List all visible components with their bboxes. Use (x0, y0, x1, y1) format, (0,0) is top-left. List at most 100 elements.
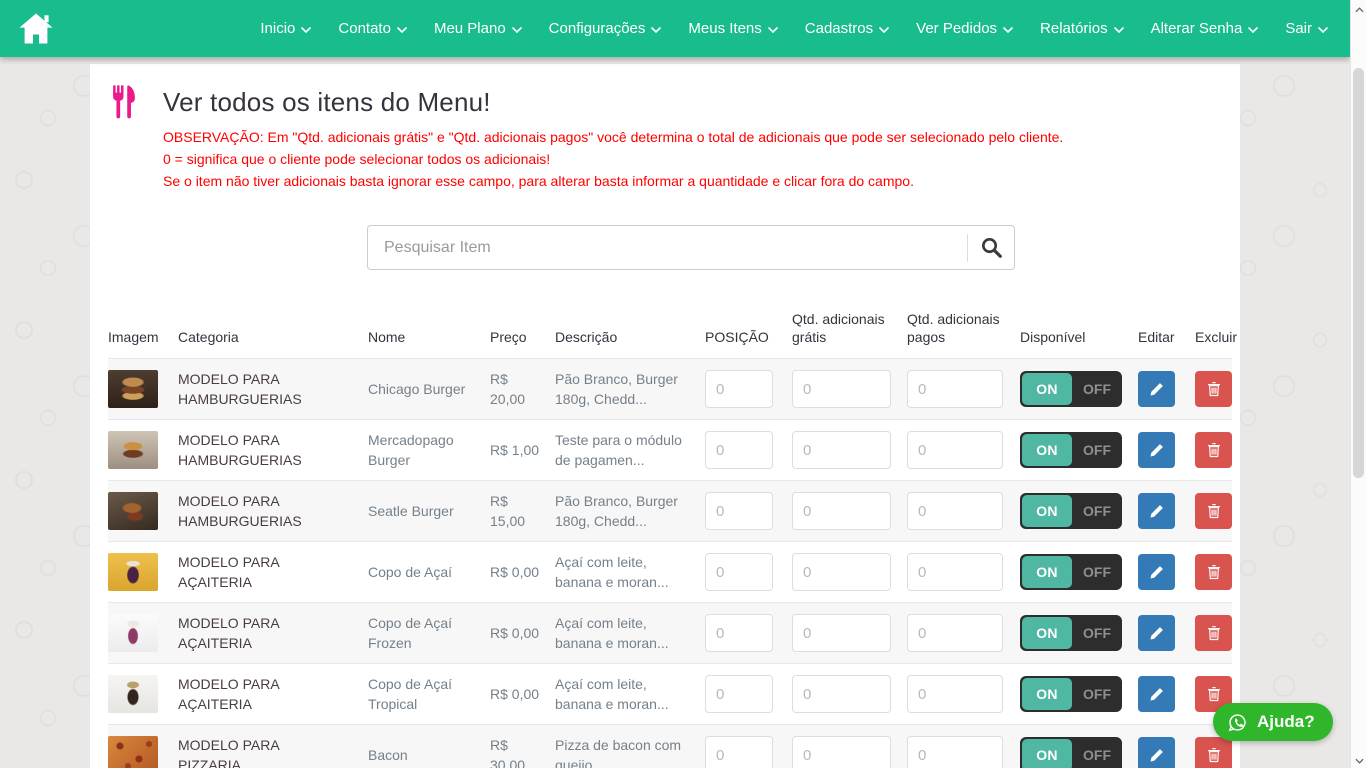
nav-item-label: Cadastros (805, 20, 873, 37)
position-input[interactable] (705, 553, 773, 591)
position-input[interactable] (705, 370, 773, 408)
qty-free-input[interactable] (792, 614, 891, 652)
position-input[interactable] (705, 614, 773, 652)
delete-button[interactable] (1195, 554, 1232, 590)
qty-paid-input[interactable] (907, 370, 1003, 408)
availability-toggle[interactable]: ON OFF (1020, 554, 1122, 590)
qty-free-input[interactable] (792, 736, 891, 768)
availability-toggle[interactable]: ON OFF (1020, 432, 1122, 468)
search-input[interactable] (368, 226, 967, 269)
page-title: Ver todos os itens do Menu! (163, 87, 491, 118)
nav-item-configuracoes[interactable]: Configurações (549, 20, 662, 37)
position-input[interactable] (705, 492, 773, 530)
toggle-off-label: OFF (1072, 503, 1122, 519)
item-image (108, 431, 158, 469)
item-image (108, 553, 158, 591)
qty-free-input[interactable] (792, 370, 891, 408)
scrollbar-up-arrow[interactable] (1354, 5, 1364, 15)
nav-item-label: Meus Itens (688, 20, 761, 37)
toggle-on-label: ON (1022, 434, 1072, 466)
edit-button[interactable] (1138, 737, 1175, 768)
edit-button[interactable] (1138, 432, 1175, 468)
table-row: MODELO PARA AÇAITERIA Copo de Açaí Tropi… (108, 663, 1232, 724)
chevron-down-icon (397, 27, 407, 33)
item-name: Copo de Açaí Frozen (368, 613, 490, 653)
nav-item-relatorios[interactable]: Relatórios (1040, 20, 1124, 37)
nav-item-sair[interactable]: Sair (1285, 20, 1328, 37)
item-category: MODELO PARA AÇAITERIA (178, 613, 368, 653)
toggle-off-label: OFF (1072, 442, 1122, 458)
nav-item-ver-pedidos[interactable]: Ver Pedidos (916, 20, 1013, 37)
qty-free-input[interactable] (792, 553, 891, 591)
nav-item-inicio[interactable]: Inicio (260, 20, 311, 37)
chevron-down-icon (651, 27, 661, 33)
qty-paid-input[interactable] (907, 614, 1003, 652)
header-categoria: Categoria (178, 328, 368, 346)
edit-button[interactable] (1138, 371, 1175, 407)
nav-item-meu-plano[interactable]: Meu Plano (434, 20, 522, 37)
home-button[interactable] (18, 12, 54, 45)
delete-button[interactable] (1195, 493, 1232, 529)
edit-button[interactable] (1138, 554, 1175, 590)
delete-button[interactable] (1195, 432, 1232, 468)
availability-toggle[interactable]: ON OFF (1020, 371, 1122, 407)
nav-item-contato[interactable]: Contato (338, 20, 407, 37)
qty-paid-input[interactable] (907, 492, 1003, 530)
observation-notes: OBSERVAÇÃO: Em "Qtd. adicionais grátis" … (163, 126, 1232, 192)
header-imagem: Imagem (108, 328, 178, 346)
scrollbar-down-arrow[interactable] (1354, 756, 1364, 766)
nav-item-label: Inicio (260, 20, 295, 37)
qty-free-input[interactable] (792, 675, 891, 713)
nav-item-meus-itens[interactable]: Meus Itens (688, 20, 777, 37)
delete-button[interactable] (1195, 737, 1232, 768)
position-input[interactable] (705, 736, 773, 768)
nav-item-label: Relatórios (1040, 20, 1108, 37)
delete-button[interactable] (1195, 371, 1232, 407)
nav-item-cadastros[interactable]: Cadastros (805, 20, 889, 37)
availability-toggle[interactable]: ON OFF (1020, 615, 1122, 651)
search-button[interactable] (968, 226, 1014, 269)
trash-icon (1207, 564, 1221, 580)
item-price: R$ 0,00 (490, 623, 555, 643)
pencil-icon (1149, 382, 1164, 397)
nav-item-alterar-senha[interactable]: Alterar Senha (1151, 20, 1259, 37)
item-name: Seatle Burger (368, 501, 490, 521)
qty-paid-input[interactable] (907, 675, 1003, 713)
qty-free-input[interactable] (792, 492, 891, 530)
table-row: MODELO PARA HAMBURGUERIAS Mercadopago Bu… (108, 419, 1232, 480)
scrollbar-thumb[interactable] (1353, 68, 1364, 478)
availability-toggle[interactable]: ON OFF (1020, 493, 1122, 529)
pencil-icon (1149, 443, 1164, 458)
page-scrollbar[interactable] (1350, 0, 1366, 768)
item-price: R$ 0,00 (490, 684, 555, 704)
availability-toggle[interactable]: ON OFF (1020, 737, 1122, 768)
item-image (108, 614, 158, 652)
edit-button[interactable] (1138, 493, 1175, 529)
qty-paid-input[interactable] (907, 736, 1003, 768)
help-whatsapp-button[interactable]: Ajuda? (1213, 703, 1333, 741)
toggle-off-label: OFF (1072, 381, 1122, 397)
item-price: R$ 15,00 (490, 491, 555, 531)
delete-button[interactable] (1195, 615, 1232, 651)
table-row: MODELO PARA PIZZARIA Bacon R$ 30,00 Pizz… (108, 724, 1232, 768)
toggle-on-label: ON (1022, 495, 1072, 527)
trash-icon (1207, 686, 1221, 702)
trash-icon (1207, 381, 1221, 397)
item-category: MODELO PARA PIZZARIA (178, 735, 368, 768)
availability-toggle[interactable]: ON OFF (1020, 676, 1122, 712)
qty-free-input[interactable] (792, 431, 891, 469)
edit-button[interactable] (1138, 676, 1175, 712)
qty-paid-input[interactable] (907, 553, 1003, 591)
table-row: MODELO PARA HAMBURGUERIAS Chicago Burger… (108, 358, 1232, 419)
pencil-icon (1149, 565, 1164, 580)
toggle-off-label: OFF (1072, 686, 1122, 702)
edit-button[interactable] (1138, 615, 1175, 651)
qty-paid-input[interactable] (907, 431, 1003, 469)
position-input[interactable] (705, 431, 773, 469)
chevron-down-icon (1003, 27, 1013, 33)
top-navbar: Inicio Contato Meu Plano Configurações M (0, 0, 1350, 57)
position-input[interactable] (705, 675, 773, 713)
toggle-on-label: ON (1022, 373, 1072, 405)
item-image (108, 675, 158, 713)
header-nome: Nome (368, 328, 490, 346)
